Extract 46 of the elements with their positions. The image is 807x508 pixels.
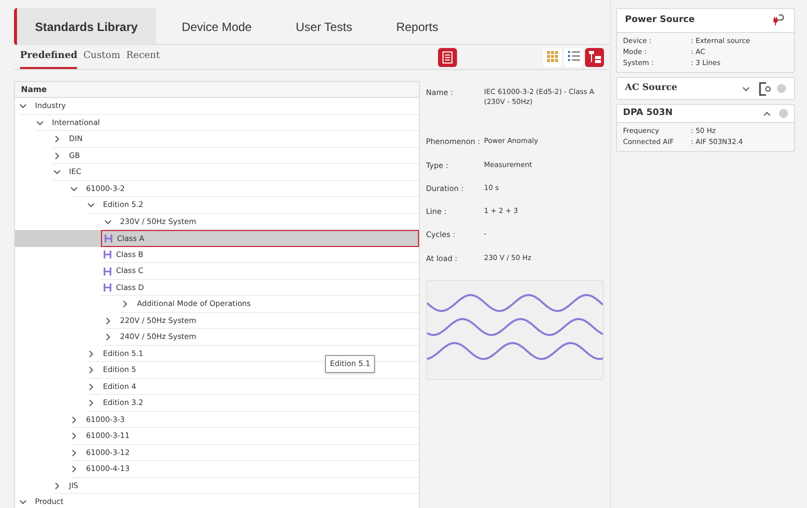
tree-view-button[interactable]	[585, 48, 604, 67]
chevron-right-icon[interactable]	[87, 350, 95, 358]
device-icon	[758, 82, 772, 96]
tree-icon	[586, 49, 602, 66]
chevron-down-icon[interactable]	[87, 201, 95, 209]
standard-icon	[103, 283, 112, 292]
main-tab[interactable]: Standards Library	[14, 8, 156, 45]
chevron-down-icon[interactable]	[742, 84, 750, 92]
standard-icon	[103, 250, 112, 259]
ac-source-card[interactable]: AC Source	[616, 77, 795, 100]
main-tab[interactable]: Reports	[378, 8, 456, 45]
main-tab[interactable]: Device Mode	[164, 8, 270, 45]
chevron-down-icon[interactable]	[53, 168, 61, 176]
chevron-down-icon[interactable]	[19, 102, 27, 110]
plug-icon	[772, 14, 786, 27]
card-title: Power Source	[625, 14, 695, 27]
card-title: DPA 503N	[623, 106, 674, 120]
column-header[interactable]: Name	[15, 82, 419, 98]
report-button[interactable]	[438, 48, 457, 67]
standard-icon	[103, 266, 112, 276]
chevron-right-icon[interactable]	[53, 482, 61, 490]
chevron-down-icon[interactable]	[104, 218, 112, 226]
standard-icon	[104, 234, 113, 243]
sub-tab[interactable]: Recent	[126, 45, 160, 70]
chevron-down-icon[interactable]	[36, 118, 44, 126]
chevron-down-icon[interactable]	[19, 498, 27, 506]
sub-tab[interactable]: Custom	[83, 45, 120, 70]
chevron-up-icon[interactable]	[763, 110, 771, 118]
sub-tab[interactable]: Predefined	[20, 45, 78, 70]
chevron-right-icon[interactable]	[53, 152, 61, 160]
chevron-right-icon[interactable]	[70, 448, 78, 456]
chevron-right-icon[interactable]	[87, 366, 95, 374]
list-view-button[interactable]	[564, 48, 583, 67]
chevron-right-icon[interactable]	[104, 316, 112, 324]
document-icon	[442, 50, 453, 64]
chevron-right-icon[interactable]	[87, 382, 95, 390]
chevron-right-icon[interactable]	[87, 399, 95, 407]
chevron-right-icon[interactable]	[53, 135, 61, 143]
chevron-right-icon[interactable]	[70, 432, 78, 440]
chevron-right-icon[interactable]	[121, 300, 129, 308]
chevron-right-icon[interactable]	[70, 416, 78, 424]
chevron-down-icon[interactable]	[70, 184, 78, 192]
card-title: AC Source	[625, 82, 678, 95]
chevron-right-icon[interactable]	[70, 465, 78, 473]
main-tab[interactable]: User Tests	[278, 8, 370, 45]
chevron-right-icon[interactable]	[104, 333, 112, 341]
